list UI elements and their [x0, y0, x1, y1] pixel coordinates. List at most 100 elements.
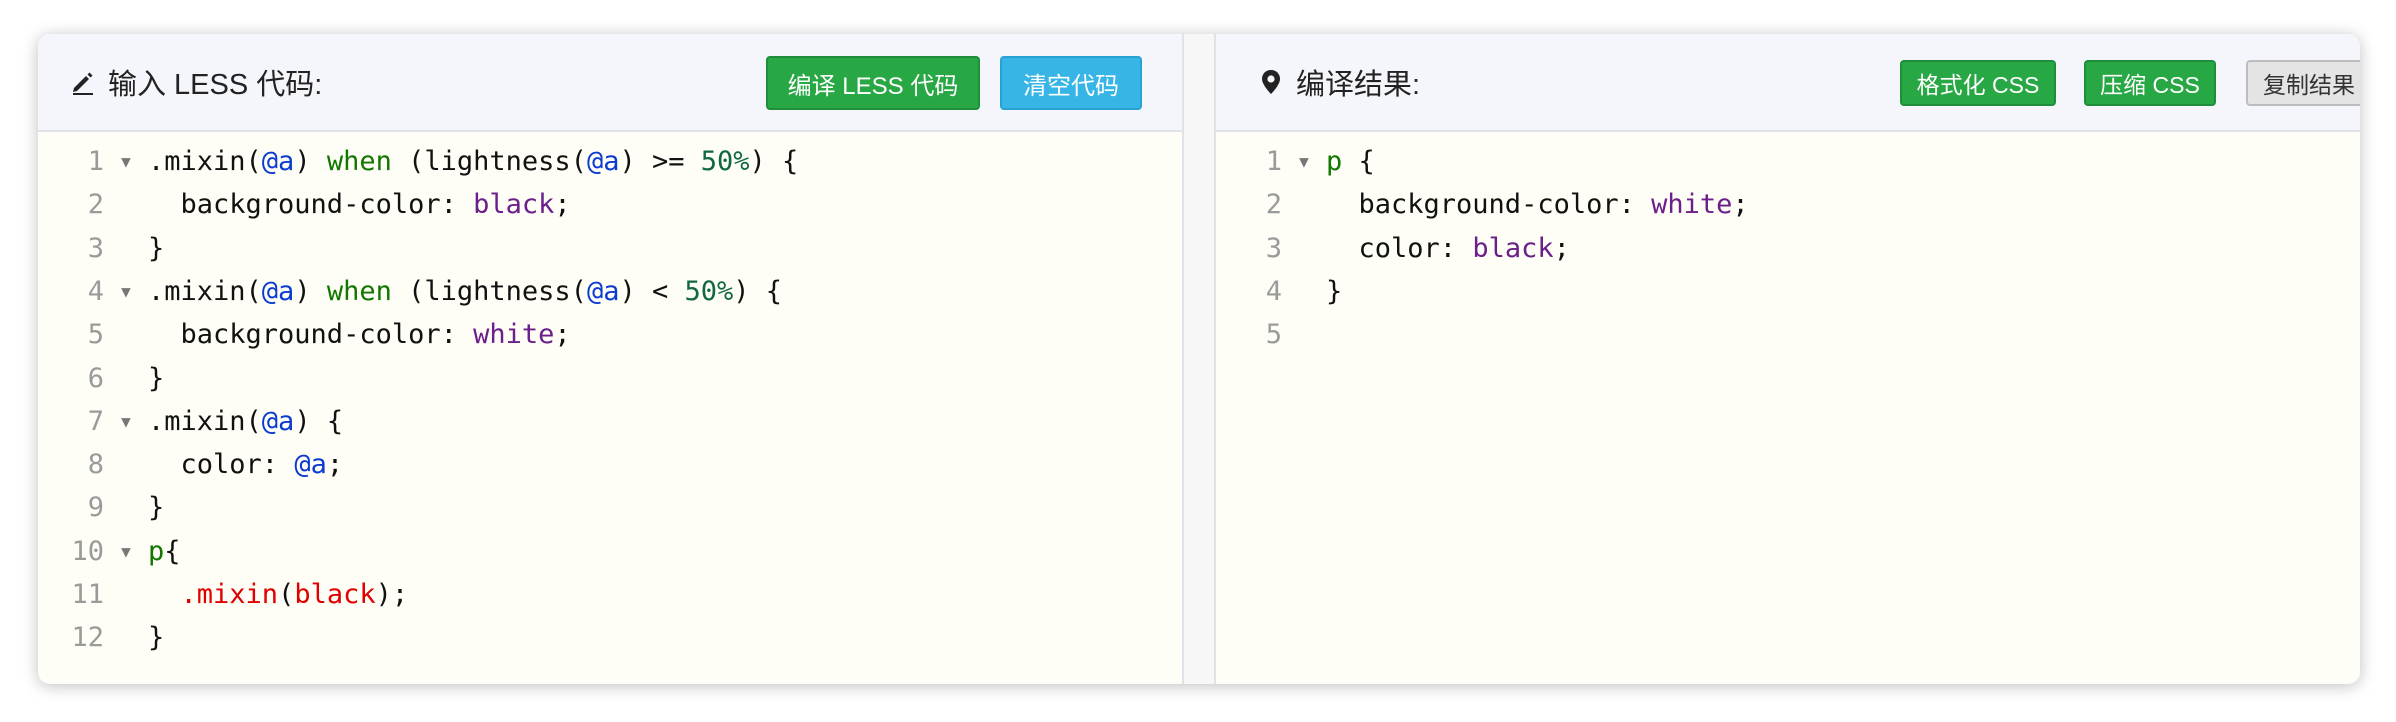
line-number: 4 — [87, 275, 104, 307]
code-token: } — [148, 362, 165, 394]
code-line: 1 ▼ p { — [1216, 140, 2360, 183]
code-token: ) — [294, 275, 327, 307]
line-number: 5 — [87, 319, 104, 351]
code-token: .mixin( — [148, 275, 262, 307]
fold-toggle-icon[interactable]: ▼ — [104, 412, 148, 431]
map-pin-icon — [1262, 70, 1280, 94]
less-compiler-app: 输入 LESS 代码: 编译 LESS 代码 清空代码 1 ▼ .mixin(@a)… — [38, 34, 2360, 684]
line-number: 4 — [1265, 275, 1282, 307]
code-token: @a — [261, 405, 295, 437]
copy-result-button[interactable]: 复制结果 — [2246, 60, 2360, 106]
code-token: ); — [375, 579, 409, 610]
code-text: background-color: white; — [1326, 189, 1749, 220]
code-line: 6} — [38, 357, 1182, 400]
code-text: .mixin(@a) { — [148, 406, 343, 437]
css-output-title-text: 编译结果: — [1296, 69, 1421, 101]
line-number: 5 — [1265, 319, 1282, 351]
less-input-title: 输入 LESS 代码: — [68, 62, 322, 102]
css-output-header: 编译结果: 格式化 CSS 压缩 CSS 复制结果 — [1216, 34, 2360, 132]
code-token: background-color: — [1326, 189, 1652, 221]
code-token: @a — [586, 275, 620, 307]
clear-code-button[interactable]: 清空代码 — [1000, 56, 1142, 110]
code-token: ) < — [619, 275, 685, 307]
code-token: ) { — [733, 275, 783, 307]
code-token: (lightness( — [391, 146, 587, 177]
fold-toggle-icon[interactable]: ▼ — [104, 542, 148, 561]
code-line: 8 color: @a; — [38, 443, 1182, 486]
line-number: 12 — [71, 622, 104, 654]
code-line: 5 background-color: white; — [38, 313, 1182, 356]
code-line: 9} — [38, 486, 1182, 529]
code-token: white — [473, 319, 555, 351]
line-number: 9 — [87, 492, 104, 524]
code-line: 1 ▼ .mixin(@a) when (lightness(@a) >= 50%)… — [38, 140, 1182, 183]
code-line: 7 ▼ .mixin(@a) { — [38, 400, 1182, 443]
code-token: p — [1326, 146, 1343, 177]
less-code-editor[interactable]: 1 ▼ .mixin(@a) when (lightness(@a) >= 50%)… — [38, 132, 1182, 684]
format-css-button[interactable]: 格式化 CSS — [1900, 60, 2056, 106]
code-token: } — [148, 622, 165, 654]
fold-toggle-icon[interactable]: ▼ — [1282, 152, 1326, 171]
code-text: } — [148, 233, 164, 264]
code-token: color: — [1326, 232, 1473, 264]
fold-toggle-icon[interactable]: ▼ — [104, 282, 148, 301]
code-token: @a — [261, 275, 295, 307]
code-token: (lightness( — [391, 275, 587, 307]
css-output-editor[interactable]: 1 ▼ p {2 background-color: white; 3 color: … — [1216, 132, 2360, 684]
code-token: black — [1472, 232, 1554, 264]
css-output-title: 编译结果: — [1256, 62, 1420, 102]
line-number: 1 — [1265, 146, 1282, 177]
minify-css-button[interactable]: 压缩 CSS — [2084, 60, 2216, 106]
pencil-icon — [73, 72, 93, 95]
code-token: black — [294, 579, 376, 610]
code-text: .mixin(@a) when (lightness(@a) >= 50%) { — [148, 146, 798, 177]
line-number: 10 — [71, 535, 104, 567]
code-token: .mixin( — [148, 405, 262, 437]
code-line: 2 background-color: black; — [38, 183, 1182, 226]
code-token: } — [148, 232, 165, 264]
line-number: 6 — [87, 362, 104, 394]
less-input-panel: 输入 LESS 代码: 编译 LESS 代码 清空代码 1 ▼ .mixin(@a)… — [38, 34, 1182, 684]
code-token: } — [1326, 275, 1343, 307]
code-token: .mixin( — [148, 146, 262, 177]
code-line: 3} — [38, 227, 1182, 270]
code-text: background-color: white; — [148, 319, 571, 350]
fold-toggle-icon[interactable]: ▼ — [104, 152, 148, 171]
code-token: ; — [554, 189, 571, 221]
code-line: 12} — [38, 616, 1182, 659]
line-number: 8 — [87, 449, 104, 481]
code-token: 50% — [684, 275, 734, 307]
compile-less-button[interactable]: 编译 LESS 代码 — [766, 56, 980, 110]
code-text: .mixin(@a) when (lightness(@a) < 50%) { — [148, 276, 782, 307]
code-text: color: black; — [1326, 233, 1570, 264]
line-number: 7 — [87, 405, 104, 437]
code-line: 4} — [1216, 270, 2360, 313]
line-number: 11 — [71, 579, 104, 610]
code-token: when — [326, 275, 392, 307]
code-token: @a — [586, 146, 620, 177]
code-token: ) >= — [619, 146, 701, 177]
code-text: .mixin(black); — [148, 579, 409, 610]
code-token: ; — [554, 319, 571, 351]
code-line: 11 .mixin(black); — [38, 573, 1182, 616]
code-token: color: — [148, 449, 295, 481]
css-output-panel: 编译结果: 格式化 CSS 压缩 CSS 复制结果 1 ▼ p {2 backgro… — [1216, 34, 2360, 684]
code-token: ( — [278, 579, 295, 610]
code-token: .mixin — [180, 579, 279, 610]
code-token: { — [164, 535, 181, 567]
code-token: background-color: — [148, 319, 474, 351]
code-token: ; — [326, 449, 344, 481]
code-text: background-color: black; — [148, 189, 571, 220]
code-token: p — [148, 535, 165, 567]
code-text: } — [1326, 276, 1342, 307]
less-input-title-text: 输入 LESS 代码: — [108, 69, 323, 101]
code-text: } — [148, 622, 164, 653]
line-number: 3 — [87, 232, 104, 264]
code-text: p { — [1326, 146, 1375, 177]
panel-divider[interactable] — [1182, 34, 1216, 684]
code-text: } — [148, 492, 164, 523]
less-input-header: 输入 LESS 代码: 编译 LESS 代码 清空代码 — [38, 34, 1182, 132]
code-text: p{ — [148, 536, 181, 567]
code-line: 3 color: black; — [1216, 227, 2360, 270]
code-token: @a — [294, 449, 327, 481]
